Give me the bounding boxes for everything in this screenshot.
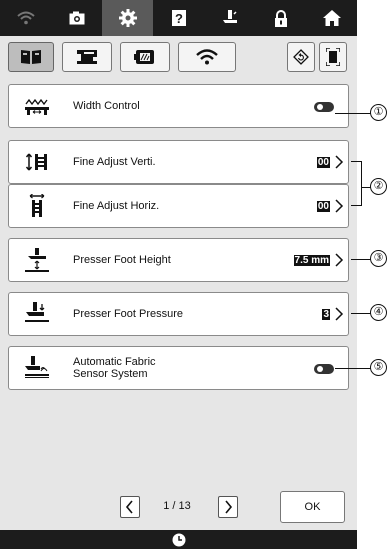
wifi-icon: [16, 11, 35, 25]
width-control-row[interactable]: Width Control: [8, 84, 349, 128]
help-icon: ?: [171, 10, 186, 26]
presser-foot-pressure-value: 3: [322, 309, 330, 320]
presser-foot-button[interactable]: [204, 0, 255, 36]
lock-button[interactable]: [255, 0, 306, 36]
prev-page-button[interactable]: [120, 496, 140, 518]
chevron-left-icon: [125, 500, 133, 514]
next-page-button[interactable]: [218, 496, 238, 518]
category-tabs: [8, 42, 349, 74]
wifi-icon: [196, 49, 218, 65]
chevron-right-icon[interactable]: [334, 252, 344, 268]
presser-foot-pressure-icon: [25, 302, 49, 322]
width-control-icon: [25, 98, 49, 115]
fine-adjust-verti-value: 00: [316, 157, 330, 168]
presser-foot-icon: [222, 10, 237, 23]
fine-adjust-horiz-value: 00: [316, 201, 330, 212]
width-control-toggle[interactable]: [314, 102, 334, 112]
fabric-sensor-icon: [25, 356, 49, 378]
auto-fabric-sensor-label-line2: Sensor System: [73, 368, 148, 380]
tab-general-settings[interactable]: [8, 42, 54, 72]
presser-foot-pressure-label: Presser Foot Pressure: [73, 308, 184, 320]
fine-adjust-horizontal-icon-wrap: [17, 184, 57, 228]
callout-leader-4: [351, 313, 372, 314]
lock-icon: [274, 9, 287, 27]
callout-1: ①: [370, 104, 387, 121]
fine-adjust-horiz-row[interactable]: Fine Adjust Horiz. 00: [8, 184, 349, 228]
width-control-icon-wrap: [17, 84, 57, 128]
auto-fabric-sensor-toggle[interactable]: [314, 364, 334, 374]
auto-fabric-sensor-label: Automatic Fabric Sensor System: [73, 356, 348, 380]
callout-leader-3: [351, 259, 372, 260]
screen-capture-icon: [326, 48, 340, 66]
fine-adjust-horiz-label: Fine Adjust Horiz.: [73, 200, 160, 212]
callout-leader-1: [335, 113, 372, 114]
auto-fabric-sensor-row[interactable]: Automatic Fabric Sensor System: [8, 346, 349, 390]
presser-foot-height-value: 7.5 mm: [293, 255, 330, 266]
callout-leader-2-bottom: [351, 205, 361, 206]
gear-icon: [118, 9, 137, 27]
chevron-right-icon[interactable]: [334, 198, 344, 214]
svg-text:?: ?: [175, 11, 183, 26]
fine-adjust-vertical-icon-wrap: [17, 140, 57, 184]
auto-fabric-sensor-label-line1: Automatic Fabric: [73, 356, 156, 368]
fine-adjust-vertical-icon: [25, 153, 47, 171]
tab-sewing-settings[interactable]: [62, 42, 112, 72]
chevron-right-icon[interactable]: [334, 306, 344, 322]
status-bar: [0, 530, 357, 549]
embroidery-frame-icon: [134, 50, 154, 64]
callout-leader-5: [335, 368, 372, 369]
camera-button[interactable]: [51, 0, 102, 36]
presser-foot-height-icon: [25, 248, 49, 272]
width-control-label: Width Control: [73, 100, 140, 112]
presser-foot-pressure-row[interactable]: Presser Foot Pressure 3: [8, 292, 349, 336]
callout-bracket-2: [361, 161, 362, 206]
chevron-right-icon[interactable]: [334, 154, 344, 170]
presser-foot-height-icon-wrap: [17, 238, 57, 282]
book-settings-icon: [21, 50, 41, 64]
reset-icon: [293, 49, 309, 65]
fine-adjust-verti-label: Fine Adjust Verti.: [73, 156, 156, 168]
settings-button[interactable]: [102, 0, 153, 36]
presser-foot-pressure-icon-wrap: [17, 292, 57, 336]
ok-button[interactable]: OK: [280, 491, 345, 523]
callout-4: ④: [370, 304, 387, 321]
callout-3: ③: [370, 250, 387, 267]
tab-network-settings[interactable]: [178, 42, 236, 72]
page-indicator: 1 / 13: [163, 500, 191, 512]
home-button[interactable]: [306, 0, 357, 36]
fabric-sensor-icon-wrap: [17, 346, 57, 390]
reset-button[interactable]: [287, 42, 315, 72]
tab-embroidery-settings[interactable]: [120, 42, 170, 72]
clock-icon: [172, 533, 185, 546]
presser-foot-height-row[interactable]: Presser Foot Height 7.5 mm: [8, 238, 349, 282]
home-icon: [322, 10, 341, 26]
settings-screen: ? Width Control Fine Adjust Verti. 00 Fi…: [0, 0, 357, 549]
help-button[interactable]: ?: [153, 0, 204, 36]
top-toolbar: ?: [0, 0, 357, 36]
callout-5: ⑤: [370, 359, 387, 376]
camera-icon: [69, 11, 84, 25]
callout-2: ②: [370, 178, 387, 195]
sewing-machine-icon: [77, 50, 97, 64]
chevron-right-icon: [225, 500, 233, 514]
fine-adjust-horizontal-icon: [29, 194, 45, 217]
callout-leader-2-top: [351, 161, 361, 162]
wifi-status-button[interactable]: [0, 0, 51, 36]
fine-adjust-verti-row[interactable]: Fine Adjust Verti. 00: [8, 140, 349, 184]
screen-capture-button[interactable]: [319, 42, 347, 72]
